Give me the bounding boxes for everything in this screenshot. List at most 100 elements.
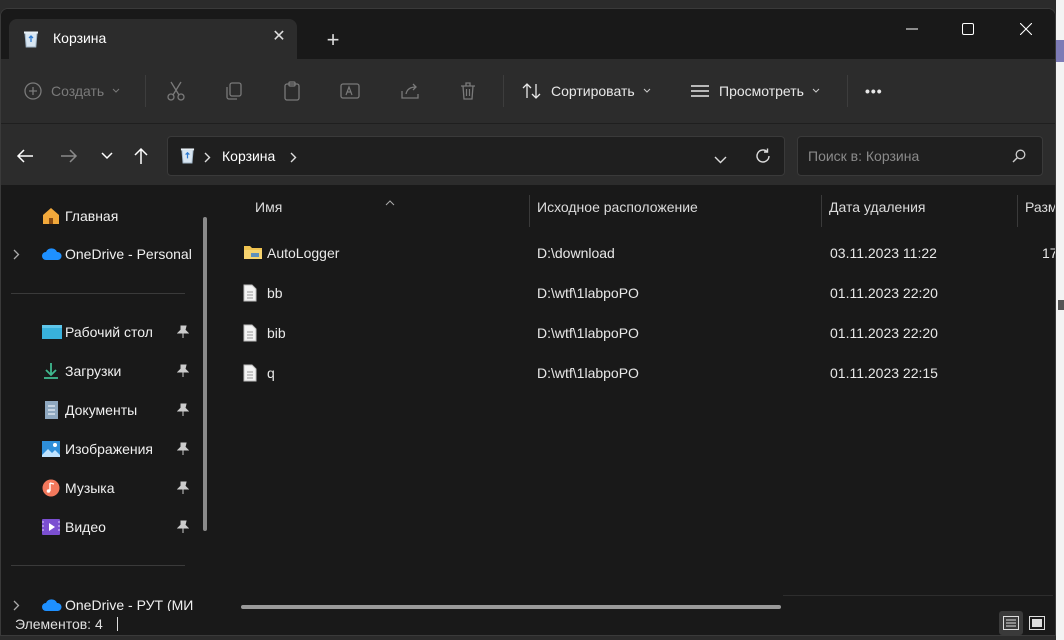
chevron-right-icon[interactable] (13, 247, 20, 263)
column-header-size[interactable]: Разм (1025, 199, 1055, 215)
chevron-down-icon (812, 88, 820, 93)
arrow-up-icon (134, 147, 148, 164)
search-input[interactable] (808, 146, 1008, 166)
document-icon (41, 401, 61, 419)
sidebar-item-videos[interactable]: Видео (1, 510, 201, 544)
trash-icon (461, 82, 475, 100)
horizontal-scrollbar[interactable] (241, 605, 781, 609)
sidebar-item-documents[interactable]: Документы (1, 393, 201, 427)
view-button[interactable]: Просмотреть (689, 73, 820, 109)
search-box[interactable] (797, 136, 1043, 176)
up-button[interactable] (127, 142, 155, 170)
chevron-down-icon (101, 152, 113, 160)
file-explorer-window: Корзина ✕ + Создать Сортировать Просмотр… (0, 8, 1056, 636)
chevron-right-icon[interactable] (290, 150, 297, 166)
sidebar-item-music[interactable]: Музыка (1, 471, 201, 505)
sidebar-item-onedrive-personal[interactable]: OneDrive - Personal (1, 237, 201, 271)
forward-button[interactable] (55, 142, 83, 170)
navigation-pane: Главная OneDrive - Personal Рабочий стол… (1, 185, 217, 613)
plus-circle-icon (24, 82, 42, 100)
recent-locations-button[interactable] (93, 142, 121, 170)
file-date-deleted: 01.11.2023 22:20 (830, 325, 938, 341)
details-view-button[interactable] (999, 611, 1023, 635)
file-name: bib (267, 325, 286, 341)
file-origin: D:\wtf\1labpoPO (537, 285, 639, 301)
tab-recycle-bin[interactable]: Корзина ✕ (9, 19, 297, 59)
onedrive-icon (41, 245, 62, 263)
breadcrumb-recycle-bin[interactable]: Корзина (222, 148, 275, 164)
pin-icon[interactable] (176, 364, 190, 381)
file-date-deleted: 01.11.2023 22:15 (830, 365, 938, 381)
sidebar-item-downloads[interactable]: Загрузки (1, 354, 201, 388)
sidebar-item-pictures[interactable]: Изображения (1, 432, 201, 466)
column-header-origin[interactable]: Исходное расположение (537, 199, 698, 215)
sidebar-item-label: Загрузки (65, 363, 122, 379)
clipboard-icon (284, 81, 300, 101)
file-origin: D:\wtf\1labpoPO (537, 365, 639, 381)
file-icon (243, 284, 261, 302)
sidebar-item-label: Документы (65, 402, 138, 418)
create-label: Создать (51, 83, 105, 99)
command-bar: Создать Сортировать Просмотреть ••• (1, 59, 1055, 123)
more-options-button[interactable]: ••• (865, 73, 883, 109)
new-tab-button[interactable]: + (319, 27, 347, 55)
rename-icon (340, 83, 360, 99)
sidebar-item-label: Музыка (65, 480, 115, 496)
tiles-view-button[interactable] (1025, 611, 1049, 635)
table-row[interactable]: q D:\wtf\1labpoPO 01.11.2023 22:15 (237, 353, 1055, 393)
file-name: AutoLogger (267, 245, 340, 261)
table-row[interactable]: AutoLogger D:\download 03.11.2023 11:22 … (237, 233, 1055, 273)
file-date-deleted: 03.11.2023 11:22 (830, 245, 937, 261)
picture-icon (41, 440, 61, 458)
pin-icon[interactable] (176, 481, 190, 498)
navigation-bar: Корзина (1, 123, 1055, 185)
close-tab-icon[interactable]: ✕ (267, 25, 291, 49)
column-header-date-deleted[interactable]: Дата удаления (829, 199, 925, 215)
file-icon (243, 324, 261, 342)
scissors-icon (167, 81, 185, 101)
sidebar-item-label: Изображения (65, 441, 153, 457)
sidebar-item-home[interactable]: Главная (1, 199, 201, 233)
arrow-left-icon (16, 149, 33, 163)
pin-icon[interactable] (176, 403, 190, 420)
arrow-right-icon (61, 149, 78, 163)
back-button[interactable] (11, 142, 39, 170)
file-origin: D:\download (537, 245, 615, 261)
share-button[interactable] (399, 73, 421, 109)
sidebar-item-label: Видео (65, 519, 106, 535)
tiles-view-icon (1029, 616, 1045, 630)
pin-icon[interactable] (176, 325, 190, 342)
title-bar: Корзина ✕ + (1, 9, 1055, 59)
chevron-down-icon (643, 88, 651, 93)
refresh-icon[interactable] (754, 147, 772, 168)
cut-button[interactable] (165, 73, 187, 109)
address-history-dropdown[interactable] (714, 151, 727, 167)
minimize-button[interactable] (889, 15, 935, 43)
rename-button[interactable] (339, 73, 361, 109)
file-origin: D:\wtf\1labpoPO (537, 325, 639, 341)
sidebar-scrollbar[interactable] (203, 217, 207, 531)
chevron-down-icon (112, 88, 120, 93)
create-button[interactable]: Создать (23, 73, 120, 109)
copy-button[interactable] (223, 73, 245, 109)
search-icon[interactable] (1012, 149, 1026, 166)
pin-icon[interactable] (176, 520, 190, 537)
sort-button[interactable]: Сортировать (521, 73, 651, 109)
close-window-button[interactable] (1003, 15, 1049, 43)
file-size: 17 (1042, 245, 1055, 261)
address-bar[interactable]: Корзина (167, 136, 785, 176)
sort-ascending-icon (385, 193, 395, 209)
table-row[interactable]: bb D:\wtf\1labpoPO 01.11.2023 22:20 (237, 273, 1055, 313)
pin-icon[interactable] (176, 442, 190, 459)
chevron-right-icon[interactable] (204, 150, 211, 166)
file-date-deleted: 01.11.2023 22:20 (830, 285, 938, 301)
maximize-button[interactable] (945, 15, 991, 43)
column-header-name[interactable]: Имя (255, 199, 282, 215)
file-list: Имя Исходное расположение Дата удаления … (217, 185, 1055, 611)
view-label: Просмотреть (719, 83, 804, 99)
delete-button[interactable] (457, 73, 479, 109)
sidebar-item-label: Рабочий стол (65, 324, 153, 340)
paste-button[interactable] (281, 73, 303, 109)
table-row[interactable]: bib D:\wtf\1labpoPO 01.11.2023 22:20 (237, 313, 1055, 353)
sidebar-item-desktop[interactable]: Рабочий стол (1, 315, 201, 349)
